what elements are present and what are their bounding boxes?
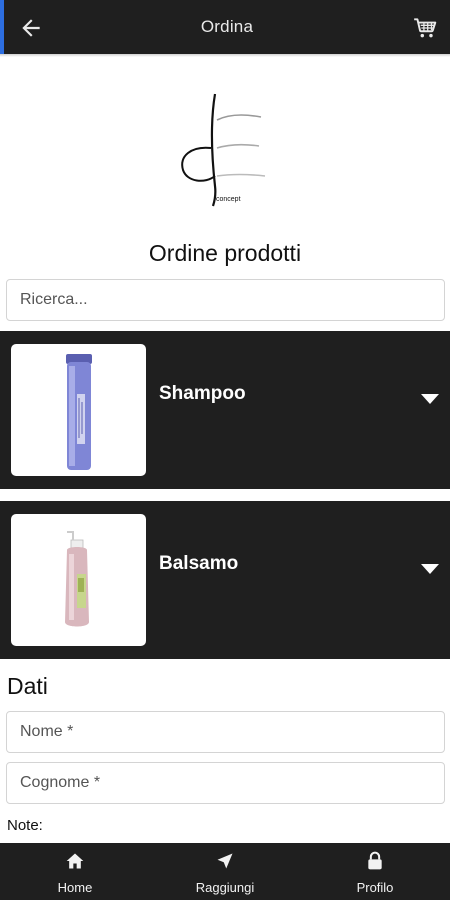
note-label: Note: <box>7 817 43 834</box>
product-name: Shampoo <box>159 383 246 404</box>
home-icon <box>66 853 84 869</box>
section-title: Dati <box>7 673 48 699</box>
nav-item-profilo[interactable]: Profilo <box>300 843 450 900</box>
lock-icon <box>368 851 382 870</box>
navigation-arrow-icon <box>217 853 233 869</box>
chevron-down-icon[interactable] <box>420 563 440 575</box>
nav-label: Profilo <box>356 880 394 895</box>
arrow-left-icon[interactable] <box>18 15 44 41</box>
nav-item-home[interactable]: Home <box>0 843 150 900</box>
app-bar-title: Ordina <box>200 17 254 36</box>
product-name: Balsamo <box>159 553 239 574</box>
bottom-nav: Home Raggiungi Profilo <box>0 843 450 900</box>
nome-field[interactable] <box>6 711 445 753</box>
shampoo-image <box>11 344 146 476</box>
cognome-field[interactable] <box>6 762 445 804</box>
product-card-balsamo[interactable]: Balsamo <box>0 501 450 659</box>
nav-label: Raggiungi <box>195 880 255 895</box>
app-bar: Ordina <box>0 0 450 54</box>
chevron-down-icon[interactable] <box>420 393 440 405</box>
cart-icon[interactable] <box>412 15 438 41</box>
brand-logo: concept <box>181 93 266 207</box>
app-bar-shadow <box>0 54 450 57</box>
logo-wordmark: concept <box>216 196 241 203</box>
nav-label: Home <box>57 880 93 895</box>
search-input[interactable] <box>6 279 445 321</box>
nav-item-raggiungi[interactable]: Raggiungi <box>150 843 300 900</box>
page-title: Ordine prodotti <box>148 240 302 266</box>
balsamo-image <box>11 514 146 646</box>
product-card-shampoo[interactable]: Shampoo <box>0 331 450 489</box>
